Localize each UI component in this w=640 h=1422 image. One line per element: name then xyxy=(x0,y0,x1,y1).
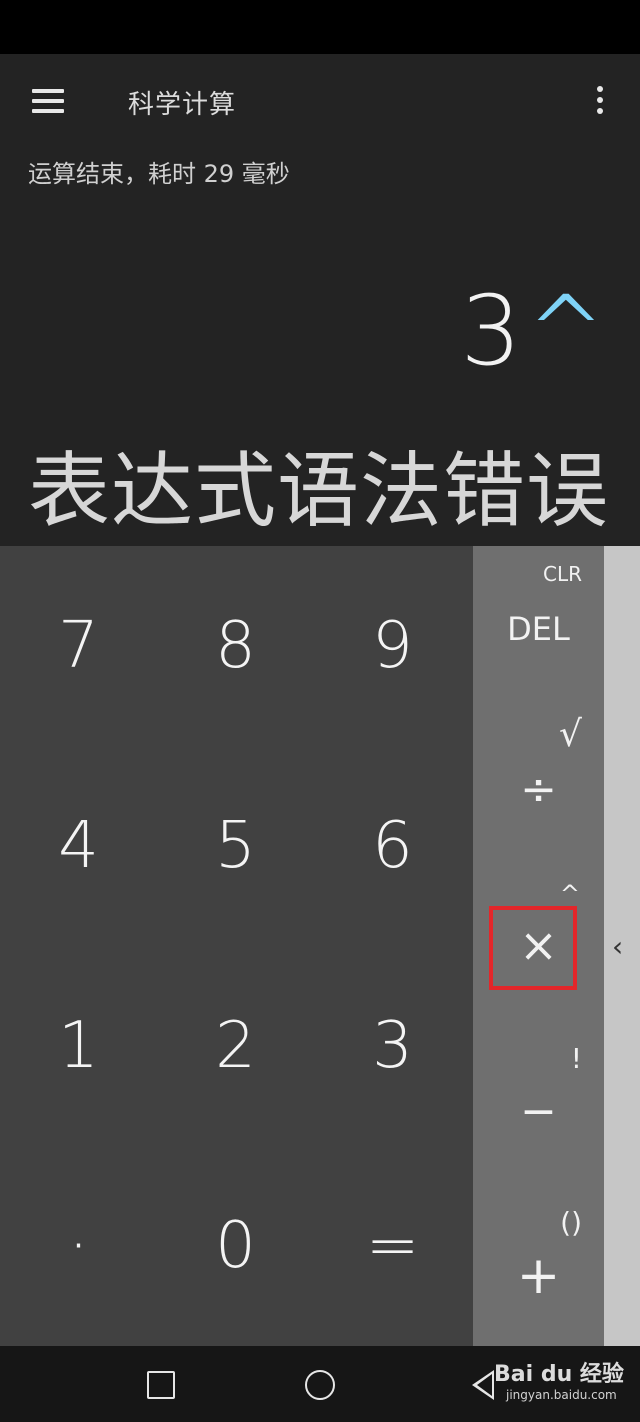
expression-value: 3 xyxy=(460,275,522,387)
factorial-button[interactable]: ! xyxy=(571,1042,582,1075)
display-area: 科学计算 运算结束，耗时 29 毫秒 3^ 表达式语法错误 xyxy=(0,54,640,546)
more-options-icon[interactable] xyxy=(588,84,612,120)
key-equals[interactable]: = xyxy=(314,1146,471,1346)
key-3[interactable]: 3 xyxy=(314,946,471,1146)
power-button[interactable]: ^ xyxy=(560,880,580,908)
key-9[interactable]: 9 xyxy=(314,546,471,746)
key-8[interactable]: 8 xyxy=(157,546,314,746)
chevron-left-icon: ‹ xyxy=(612,930,624,963)
result-display: 表达式语法错误 xyxy=(28,444,610,539)
advanced-panel-handle[interactable]: ‹ xyxy=(604,546,640,1346)
status-bar xyxy=(0,0,640,54)
number-pad: 7 8 9 4 5 6 1 2 3 · 0 = xyxy=(0,546,473,1346)
key-5[interactable]: 5 xyxy=(157,746,314,946)
key-decimal[interactable]: · xyxy=(0,1146,157,1346)
divide-button[interactable]: ÷ xyxy=(473,764,604,815)
key-2[interactable]: 2 xyxy=(157,946,314,1146)
recent-apps-icon[interactable] xyxy=(147,1371,175,1399)
minus-button[interactable]: − xyxy=(473,1086,604,1137)
app-title: 科学计算 xyxy=(128,90,237,120)
home-icon[interactable] xyxy=(305,1370,335,1400)
key-6[interactable]: 6 xyxy=(314,746,471,946)
expression-display[interactable]: 3^ xyxy=(460,276,606,386)
multiply-button[interactable]: × xyxy=(473,918,604,972)
key-4[interactable]: 4 xyxy=(0,746,157,946)
operator-pad: CLR DEL √ ÷ ^ × ! − () + xyxy=(473,546,604,1346)
status-message: 运算结束，耗时 29 毫秒 xyxy=(28,160,290,188)
watermark: Bai du 经验 jingyan.baidu.com xyxy=(494,1354,634,1414)
watermark-url: jingyan.baidu.com xyxy=(506,1388,617,1402)
delete-button[interactable]: DEL xyxy=(473,610,604,648)
menu-icon[interactable] xyxy=(26,86,74,122)
sqrt-button[interactable]: √ xyxy=(559,714,582,755)
clear-button[interactable]: CLR xyxy=(543,562,582,586)
key-7[interactable]: 7 xyxy=(0,546,157,746)
key-0[interactable]: 0 xyxy=(157,1146,314,1346)
plus-button[interactable]: + xyxy=(473,1246,604,1306)
back-icon[interactable] xyxy=(472,1370,494,1400)
expression-operator: ^ xyxy=(525,275,606,387)
parentheses-button[interactable]: () xyxy=(560,1206,582,1239)
watermark-logo: Bai du 经验 xyxy=(494,1362,624,1387)
key-1[interactable]: 1 xyxy=(0,946,157,1146)
